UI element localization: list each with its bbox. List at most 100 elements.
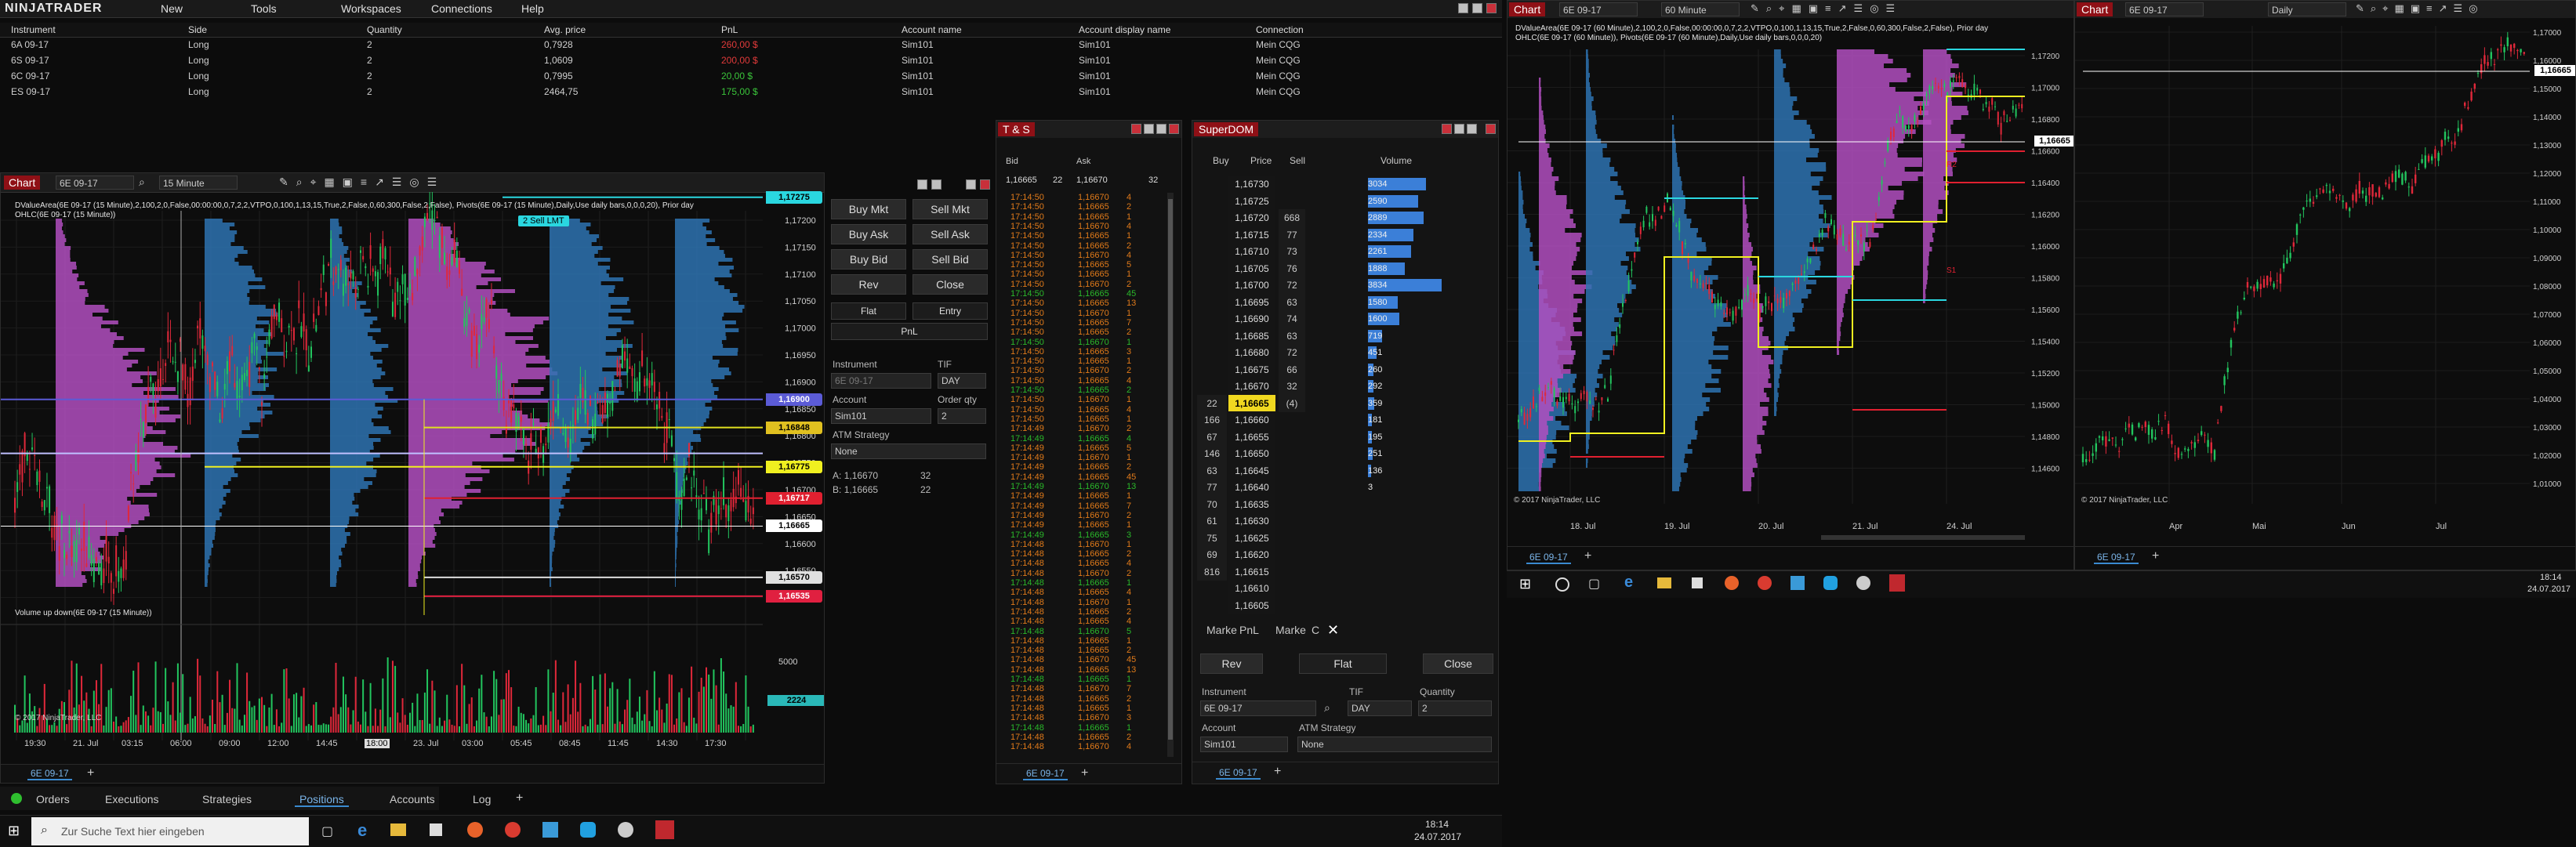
dom-row[interactable]: 77 1,16640 3: [1197, 479, 1486, 496]
chrome-icon[interactable]: [1758, 576, 1772, 590]
cc-tab-log[interactable]: Log: [468, 793, 495, 805]
dom-sell-cell[interactable]: 668: [1279, 209, 1305, 226]
dom-atm-select[interactable]: None: [1297, 737, 1492, 752]
dom-buy-cell[interactable]: 77: [1197, 479, 1227, 496]
chart2-scrollbar[interactable]: [1821, 535, 2025, 540]
chart3-tab[interactable]: 6E 09-17: [2094, 552, 2139, 564]
network-app-icon[interactable]: [1856, 576, 1870, 590]
cc-tab-strategies[interactable]: Strategies: [198, 793, 256, 805]
dom-row[interactable]: 1,16685 63 719: [1197, 327, 1486, 345]
chart3-tool-icons[interactable]: ✎⌕⌖▦▣≡↗☰◎: [2356, 2, 2484, 15]
dom-instrument-select[interactable]: 6E 09-17: [1200, 700, 1316, 716]
menu-item-workspaces[interactable]: Workspaces: [341, 2, 401, 15]
dom-row[interactable]: 1,16670 32 292: [1197, 378, 1486, 395]
positions-col-header[interactable]: Account name: [902, 24, 962, 35]
add-tab-icon[interactable]: +: [1584, 549, 1591, 563]
dom-buy-cell[interactable]: 67: [1197, 428, 1227, 446]
dom-buy-cell[interactable]: 146: [1197, 445, 1227, 462]
chart1-window-close[interactable]: [980, 179, 990, 190]
ct-buy-mkt-button[interactable]: Buy Mkt: [831, 199, 906, 219]
dom-flat-button[interactable]: Flat: [1299, 653, 1387, 674]
dom-sell-cell[interactable]: 77: [1279, 226, 1305, 244]
file-explorer-icon[interactable]: [390, 823, 406, 836]
chart3-instrument-select[interactable]: 6E 09-17: [2125, 2, 2204, 16]
chart2-tab[interactable]: 6E 09-17: [1526, 552, 1571, 564]
minimize-button[interactable]: [1458, 3, 1468, 13]
ct-sell-mkt-button[interactable]: Sell Mkt: [912, 199, 988, 219]
dom-sell-cell[interactable]: 63: [1279, 293, 1305, 311]
positions-col-header[interactable]: PnL: [721, 24, 738, 35]
dom-row[interactable]: 1,16720 668 2889: [1197, 209, 1486, 226]
dom-row[interactable]: 75 1,16625: [1197, 529, 1486, 547]
dom-row[interactable]: 61 1,16630: [1197, 512, 1486, 530]
ts-close-x[interactable]: [1131, 124, 1141, 134]
cortana-icon[interactable]: [1555, 577, 1569, 592]
ts-tab[interactable]: 6E 09-17: [1023, 768, 1068, 780]
task-view-icon[interactable]: ▢: [1588, 576, 1600, 592]
dom-max[interactable]: [1467, 124, 1477, 134]
sell-limit-order-label[interactable]: 2 Sell LMT: [518, 215, 569, 226]
dom-row[interactable]: 1,16690 74 1600: [1197, 310, 1486, 328]
dom-sell-cell[interactable]: 73: [1279, 243, 1305, 260]
cc-tab-positions[interactable]: Positions: [295, 793, 349, 807]
add-tab-icon[interactable]: +: [2152, 549, 2159, 563]
dom-row[interactable]: 1,16695 63 1580: [1197, 293, 1486, 311]
chart1-window-min[interactable]: [917, 179, 927, 190]
dom-buy-cell[interactable]: 69: [1197, 546, 1227, 563]
dom-sell-cell[interactable]: 76: [1279, 259, 1305, 277]
ct-pnl-button[interactable]: PnL: [831, 323, 988, 340]
network-app-icon[interactable]: [618, 822, 633, 838]
dom-sell-cell[interactable]: 72: [1279, 344, 1305, 361]
dom-min[interactable]: [1454, 124, 1464, 134]
close-icon[interactable]: ✕: [1327, 622, 1339, 639]
chrome-icon[interactable]: [505, 822, 521, 838]
ct-instrument-select[interactable]: 6E 09-17: [831, 373, 931, 389]
positions-col-header[interactable]: Side: [188, 24, 207, 35]
positions-col-header[interactable]: Account display name: [1079, 24, 1170, 35]
drawing-tools-icons[interactable]: ✎⌕⌖▦▣≡↗☰◎☰: [279, 176, 444, 189]
firefox-icon[interactable]: [467, 822, 483, 838]
ts-scrollbar-thumb[interactable]: [1168, 199, 1173, 740]
position-row[interactable]: 6C 09-17 Long 2 0,7995 20,00 $ Sim101 Sim101 Me…: [0, 70, 1502, 84]
search-icon[interactable]: ⌕: [139, 176, 145, 189]
dom-sell-cell[interactable]: 66: [1279, 360, 1305, 378]
dom-qty-stepper[interactable]: 2: [1418, 700, 1492, 716]
chart1-window-restore[interactable]: [966, 179, 976, 190]
firefox-icon[interactable]: [1725, 576, 1739, 590]
dom-ladder[interactable]: 1,16730 3034 1,16725 2590 1,16720 668 2889 1,16…: [1197, 176, 1495, 622]
file-explorer-icon[interactable]: [1657, 577, 1671, 588]
dom-row[interactable]: 70 1,16635: [1197, 495, 1486, 513]
ct-atm-select[interactable]: None: [831, 443, 986, 459]
dom-c[interactable]: C: [1312, 624, 1319, 636]
dom-buy-cell[interactable]: 61: [1197, 512, 1227, 530]
ninjatrader-taskbar-icon[interactable]: [1889, 574, 1905, 592]
dom-row[interactable]: 1,16730 3034: [1197, 176, 1486, 193]
dom-row[interactable]: 22 1,16665 (4) 359: [1197, 394, 1486, 412]
dom-buy-cell[interactable]: 166: [1197, 411, 1227, 429]
ct-account-select[interactable]: Sim101: [831, 408, 931, 424]
skype-icon[interactable]: [1823, 576, 1838, 590]
dom-rev-button[interactable]: Rev: [1200, 653, 1263, 674]
windows-start-icon[interactable]: ⊞: [1519, 576, 1531, 592]
ct-buy-ask-button[interactable]: Buy Ask: [831, 224, 906, 244]
dom-buy-cell[interactable]: 22: [1197, 394, 1227, 412]
chart1-interval-select[interactable]: 15 Minute: [159, 176, 238, 190]
add-tab-icon[interactable]: +: [87, 766, 94, 780]
positions-col-header[interactable]: Quantity: [367, 24, 402, 35]
ct-flat-button[interactable]: Flat: [831, 302, 906, 320]
app-icon[interactable]: [542, 822, 558, 838]
dom-row[interactable]: 1,16715 77 2334: [1197, 226, 1486, 244]
ct-qty-stepper[interactable]: 2: [938, 408, 986, 424]
ct-rev-button[interactable]: Rev: [831, 274, 906, 295]
dom-row[interactable]: 1,16705 76 1888: [1197, 259, 1486, 277]
search-icon[interactable]: ⌕: [1324, 701, 1330, 715]
dom-account-select[interactable]: Sim101: [1200, 737, 1288, 752]
chart3-canvas[interactable]: 1,170001,160001,150001,140001,130001,120…: [2075, 18, 2576, 543]
maximize-button[interactable]: [1472, 3, 1482, 13]
dom-row[interactable]: 816 1,16615: [1197, 563, 1486, 581]
ct-sell-bid-button[interactable]: Sell Bid: [912, 249, 988, 270]
ct-close-button[interactable]: Close: [912, 274, 988, 295]
app-icon[interactable]: [1791, 576, 1805, 590]
close-button[interactable]: [1486, 3, 1497, 13]
ts-min[interactable]: [1144, 124, 1154, 134]
